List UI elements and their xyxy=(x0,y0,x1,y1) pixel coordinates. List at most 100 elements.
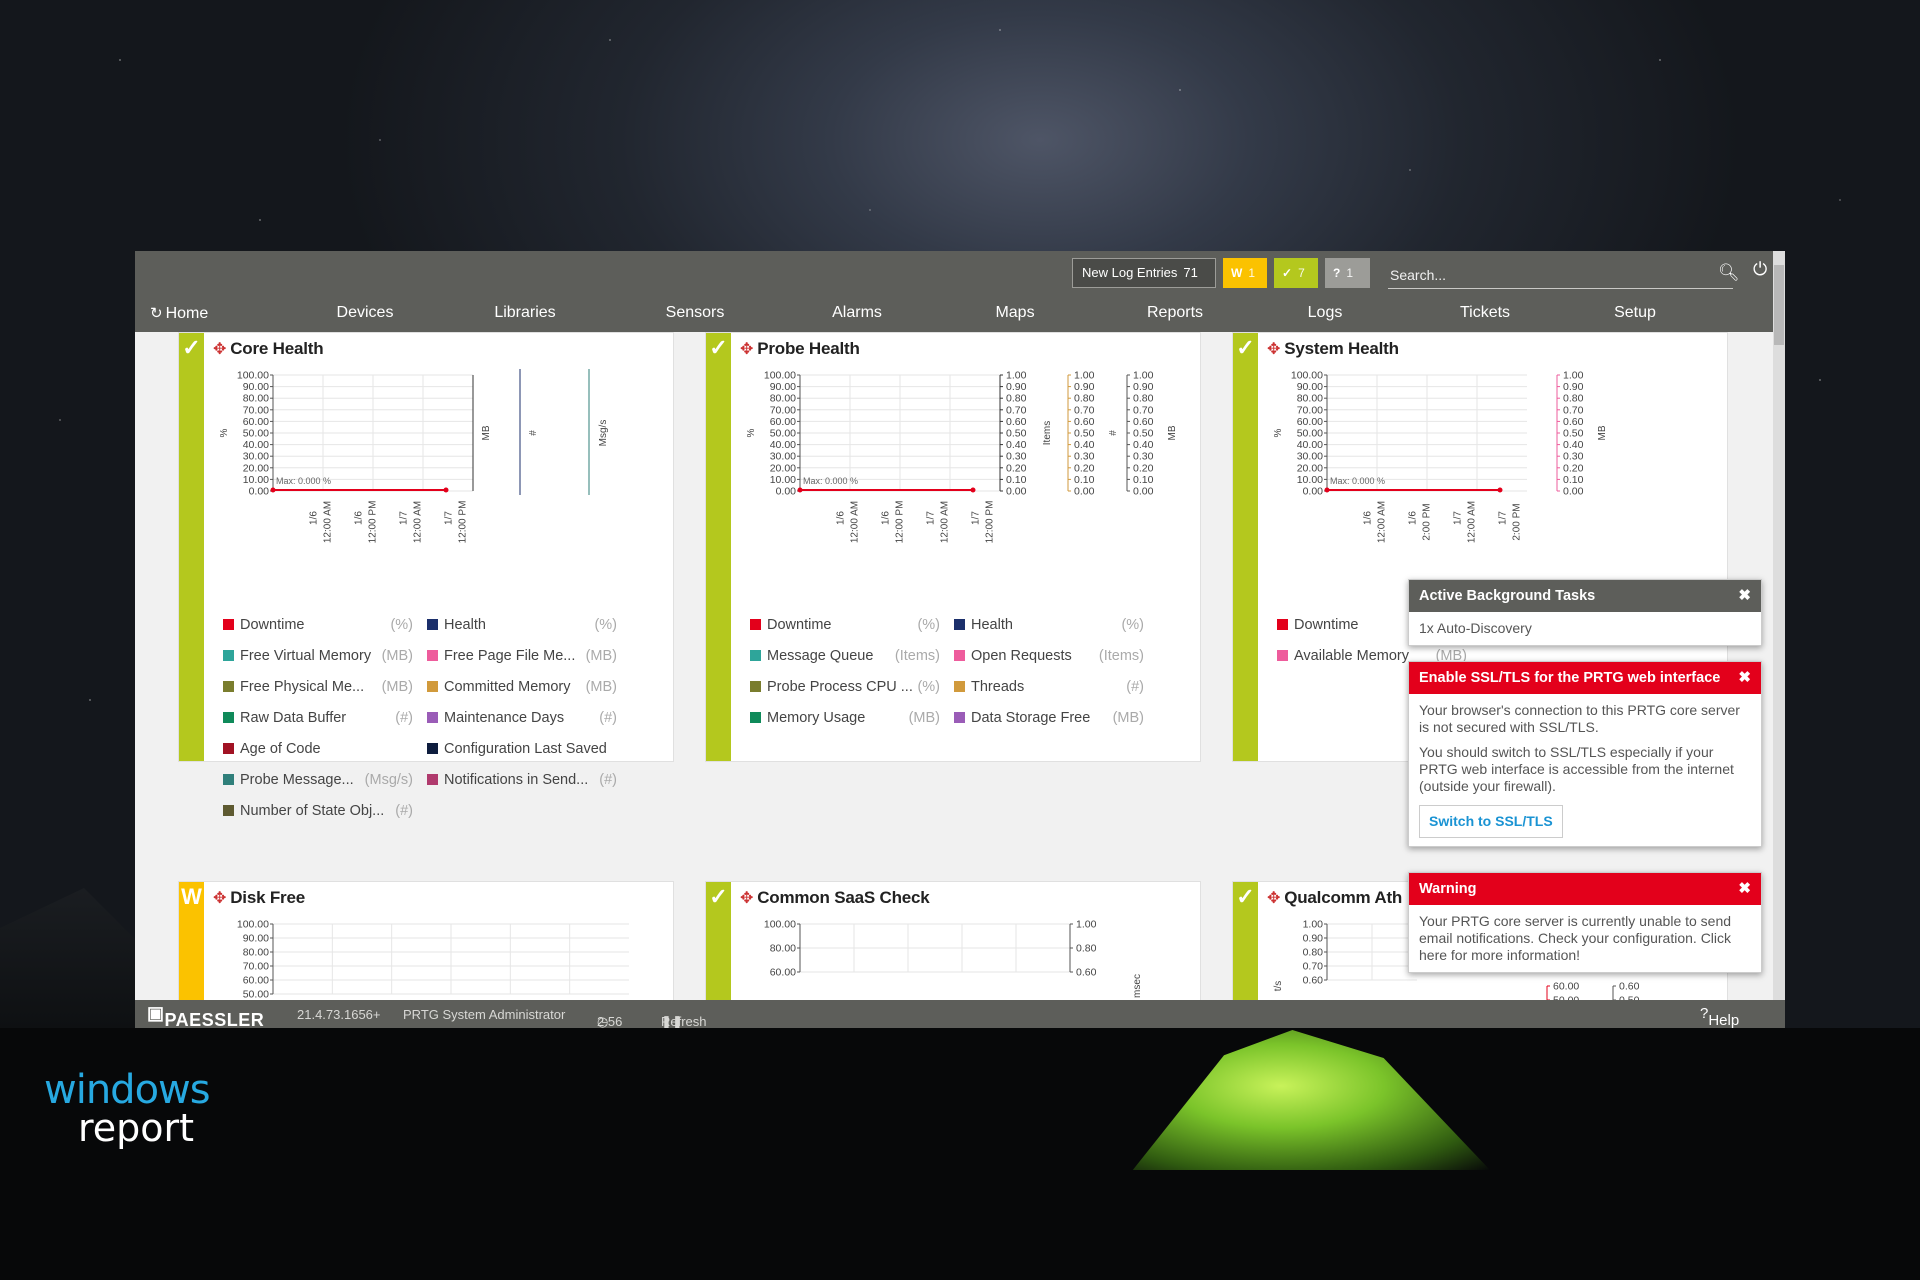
legend-item[interactable]: Downtime (%) xyxy=(750,617,940,637)
legend-item[interactable]: Probe Process CPU ... (%) xyxy=(750,679,940,699)
drag-handle-icon[interactable]: ✥ xyxy=(213,341,226,358)
nav-libraries[interactable]: Libraries xyxy=(485,304,565,322)
disk-pct-tick-label: 80.00 xyxy=(243,947,269,959)
threads-tick-label: 0.50 xyxy=(1074,428,1095,440)
drag-handle-icon[interactable]: ✥ xyxy=(213,890,226,907)
mb-tick-label: 0.40 xyxy=(1563,439,1584,451)
nav-sensors[interactable]: Sensors xyxy=(655,304,735,322)
widget-title-text: Common SaaS Check xyxy=(757,888,930,907)
warning-message[interactable]: Your PRTG core server is currently unabl… xyxy=(1409,905,1761,972)
widget-title[interactable]: ✥ Probe Health xyxy=(740,339,860,359)
drag-handle-icon[interactable]: ✥ xyxy=(740,341,753,358)
legend-swatch xyxy=(954,712,965,723)
legend-item[interactable]: Health (%) xyxy=(954,617,1144,637)
chart-core-pct-tick-label: 0.00 xyxy=(249,486,270,498)
legend-unit: (%) xyxy=(594,617,617,633)
chart-core-pct-tick-label: 90.00 xyxy=(243,381,269,393)
help-link[interactable]: ? Help xyxy=(1700,1005,1739,1028)
drag-handle-icon[interactable]: ✥ xyxy=(1267,890,1280,907)
legend-swatch xyxy=(223,619,234,630)
legend-item[interactable]: Data Storage Free (MB) xyxy=(954,710,1144,730)
nav-home[interactable]: ↻ Home xyxy=(150,304,208,323)
chart-core-date-label: 1/7 xyxy=(399,511,410,525)
legend-swatch xyxy=(427,743,438,754)
prtg-window: New Log Entries71 W1 ✓7 ?1 🔍︎ ⏻ ↻Home De… xyxy=(135,251,1785,1028)
nav-reports[interactable]: Reports xyxy=(1135,304,1215,322)
widget-title[interactable]: ✥ System Health xyxy=(1267,339,1399,359)
legend-item[interactable]: Raw Data Buffer (#) xyxy=(223,710,413,730)
widget-title[interactable]: ✥ Qualcomm Ath xyxy=(1267,888,1402,908)
chart-system-pct-tick-label: 80.00 xyxy=(1297,393,1323,405)
legend-item[interactable]: Downtime (%) xyxy=(223,617,413,637)
chart-core-date-label: 1/6 xyxy=(309,511,320,525)
widget-title[interactable]: ✥ Disk Free xyxy=(213,888,305,908)
nav-alarms[interactable]: Alarms xyxy=(822,304,892,322)
items-tick-label: 0.00 xyxy=(1006,486,1027,498)
auto-discovery-task[interactable]: 1x Auto-Discovery xyxy=(1409,612,1761,645)
chart-system-pct-tick-label: 90.00 xyxy=(1297,381,1323,393)
legend-label: Free Physical Me... xyxy=(240,679,365,695)
legend-item[interactable]: Free Page File Me... (MB) xyxy=(427,648,617,668)
legend-item[interactable]: Committed Memory (MB) xyxy=(427,679,617,699)
chart-probe-pct-tick-label: 100.00 xyxy=(764,370,796,382)
nav-tickets[interactable]: Tickets xyxy=(1445,304,1525,322)
warning-status-button[interactable]: W1 xyxy=(1223,258,1267,288)
legend-label: Notifications in Send... xyxy=(444,772,589,788)
ssl-message-2: You should switch to SSL/TLS especially … xyxy=(1419,744,1734,794)
legend-item[interactable]: Age of Code xyxy=(223,741,413,761)
legend-item[interactable]: Notifications in Send... (#) xyxy=(427,772,617,792)
legend-item[interactable]: Health (%) xyxy=(427,617,617,637)
search-box xyxy=(1388,263,1733,289)
ok-status-button[interactable]: ✓ 7 xyxy=(1274,258,1318,288)
legend-item[interactable]: Threads (#) xyxy=(954,679,1144,699)
close-icon[interactable]: ✖ xyxy=(1738,580,1751,612)
new-log-entries-button[interactable]: New Log Entries 71 xyxy=(1072,258,1216,288)
widget-title[interactable]: ✥ Core Health xyxy=(213,339,324,359)
panel-title: Warning xyxy=(1419,881,1477,897)
switch-ssl-button[interactable]: Switch to SSL/TLS xyxy=(1419,805,1563,838)
scrollbar-thumb[interactable] xyxy=(1774,265,1784,345)
nav-logs[interactable]: Logs xyxy=(1295,304,1355,322)
legend-swatch xyxy=(223,681,234,692)
legend-item[interactable]: Configuration Last Saved xyxy=(427,741,617,761)
nav-setup[interactable]: Setup xyxy=(1605,304,1665,322)
search-input[interactable] xyxy=(1388,263,1688,287)
nav-devices[interactable]: Devices xyxy=(325,304,405,322)
legend-label: Health xyxy=(971,617,1013,633)
power-icon[interactable]: ⏻ xyxy=(1753,259,1767,280)
user-name[interactable]: PRTG System Administrator xyxy=(403,1007,565,1022)
legend-item[interactable]: Probe Message... (Msg/s) xyxy=(223,772,413,792)
downtime-end-point xyxy=(443,487,449,493)
help-text: Help xyxy=(1708,1012,1740,1028)
legend-unit: (#) xyxy=(395,710,413,726)
unknown-status-button[interactable]: ? 1 xyxy=(1325,258,1370,288)
chart-system-time-label: 2:00 PM xyxy=(1422,503,1433,540)
search-icon[interactable]: 🔍︎ xyxy=(1718,263,1740,283)
drag-handle-icon[interactable]: ✥ xyxy=(740,890,753,907)
legend-label: Data Storage Free xyxy=(971,710,1091,726)
legend-item[interactable]: Number of State Obj... (#) xyxy=(223,803,413,823)
legend-item[interactable]: Memory Usage (MB) xyxy=(750,710,940,730)
legend-item[interactable]: Message Queue (Items) xyxy=(750,648,940,668)
disk-pct-tick-label: 70.00 xyxy=(243,961,269,973)
drag-handle-icon[interactable]: ✥ xyxy=(1267,341,1280,358)
widget-title-text: Probe Health xyxy=(757,339,860,358)
legend-unit: (%) xyxy=(917,679,940,695)
close-icon[interactable]: ✖ xyxy=(1738,662,1751,694)
legend-item[interactable]: Free Physical Me... (MB) xyxy=(223,679,413,699)
saas-unit-tick-label: 0.80 xyxy=(1076,943,1097,955)
legend-item[interactable]: Open Requests (Items) xyxy=(954,648,1144,668)
new-log-label: New Log Entries xyxy=(1082,265,1178,280)
nav-maps[interactable]: Maps xyxy=(980,304,1050,322)
scrollbar[interactable] xyxy=(1773,251,1785,1028)
legend-item[interactable]: Maintenance Days (#) xyxy=(427,710,617,730)
qual-unit-tick-label: 0.90 xyxy=(1303,933,1324,945)
widget-title[interactable]: ✥ Common SaaS Check xyxy=(740,888,930,908)
legend-item[interactable]: Free Virtual Memory (MB) xyxy=(223,648,413,668)
legend-unit: (Items) xyxy=(1098,648,1144,664)
qual-right-b-tick-label: 0.60 xyxy=(1619,981,1640,993)
legend-swatch xyxy=(954,681,965,692)
widget-title-text: Core Health xyxy=(230,339,324,358)
chart-probe-pct-tick-label: 30.00 xyxy=(770,451,796,463)
close-icon[interactable]: ✖ xyxy=(1738,873,1751,905)
